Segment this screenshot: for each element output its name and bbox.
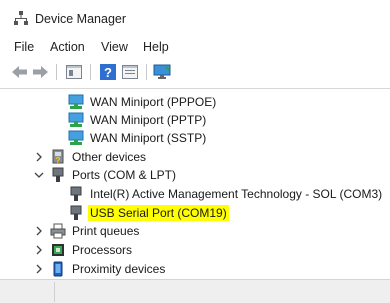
- chevron-right-icon[interactable]: [34, 226, 44, 236]
- svg-text:?: ?: [56, 156, 61, 165]
- network-adapter-icon: [68, 130, 84, 146]
- tree-item-label: Proximity devices: [72, 262, 166, 276]
- status-bar: [0, 279, 390, 303]
- tree-item-processors[interactable]: Processors: [50, 241, 134, 259]
- menu-file[interactable]: File: [14, 40, 34, 54]
- tree-item-label: Processors: [72, 243, 133, 257]
- menu-bar: File Action View Help: [0, 38, 390, 58]
- menu-help[interactable]: Help: [143, 40, 169, 54]
- chevron-down-icon[interactable]: [34, 170, 44, 180]
- chevron-right-icon[interactable]: [34, 152, 44, 162]
- tree-item-wan-sstp[interactable]: WAN Miniport (SSTP): [68, 129, 208, 147]
- tree-item-print-queues[interactable]: Print queues: [50, 222, 141, 240]
- status-separator: [54, 282, 55, 302]
- port-connector-icon: [50, 167, 66, 183]
- menu-view[interactable]: View: [101, 40, 128, 54]
- toolbar-separator: [146, 64, 147, 80]
- tree-item-usb-serial-port[interactable]: USB Serial Port (COM19): [68, 204, 229, 222]
- processor-icon: [50, 242, 66, 258]
- chevron-right-icon[interactable]: [34, 245, 44, 255]
- tree-item-other-devices[interactable]: ? Other devices: [50, 148, 148, 166]
- printer-icon: [50, 223, 66, 239]
- port-connector-icon: [68, 205, 84, 221]
- proximity-device-icon: [50, 261, 66, 277]
- tree-item-wan-pppoe[interactable]: WAN Miniport (PPPOE): [68, 93, 218, 111]
- device-tree: WAN Miniport (PPPOE) WAN Miniport (PPTP)…: [0, 89, 390, 279]
- menu-action[interactable]: Action: [50, 40, 85, 54]
- tree-item-label: WAN Miniport (PPTP): [90, 113, 207, 127]
- tree-item-proximity-devices[interactable]: Proximity devices: [50, 260, 167, 278]
- help-icon[interactable]: ?: [98, 63, 118, 81]
- tree-item-label: WAN Miniport (SSTP): [90, 131, 207, 145]
- unknown-device-icon: ?: [50, 149, 66, 165]
- tree-item-label: WAN Miniport (PPPOE): [90, 95, 217, 109]
- title-bar: Device Manager: [0, 0, 390, 36]
- tree-item-label: Other devices: [72, 150, 147, 164]
- back-icon[interactable]: [10, 63, 30, 81]
- device-manager-icon: [14, 11, 28, 25]
- forward-icon[interactable]: [30, 63, 50, 81]
- tree-item-label: Intel(R) Active Management Technology - …: [90, 187, 383, 201]
- show-hide-console-tree-icon[interactable]: [64, 63, 84, 81]
- network-adapter-icon: [68, 94, 84, 110]
- tree-item-label-highlighted: USB Serial Port (COM19): [88, 205, 229, 221]
- toolbar-separator: [90, 64, 91, 80]
- tree-item-intel-amt[interactable]: Intel(R) Active Management Technology - …: [68, 185, 384, 203]
- window-title: Device Manager: [35, 12, 127, 26]
- svg-text:?: ?: [104, 65, 112, 80]
- port-connector-icon: [68, 186, 84, 202]
- tree-item-wan-pptp[interactable]: WAN Miniport (PPTP): [68, 111, 208, 129]
- toolbar: ?: [0, 60, 390, 86]
- tree-item-label: Print queues: [72, 224, 140, 238]
- properties-icon[interactable]: [120, 63, 140, 81]
- chevron-right-icon[interactable]: [34, 264, 44, 274]
- toolbar-separator: [56, 64, 57, 80]
- tree-item-ports[interactable]: Ports (COM & LPT): [50, 166, 178, 184]
- tree-item-label: Ports (COM & LPT): [72, 168, 177, 182]
- network-adapter-icon: [68, 112, 84, 128]
- monitor-icon[interactable]: [152, 63, 172, 81]
